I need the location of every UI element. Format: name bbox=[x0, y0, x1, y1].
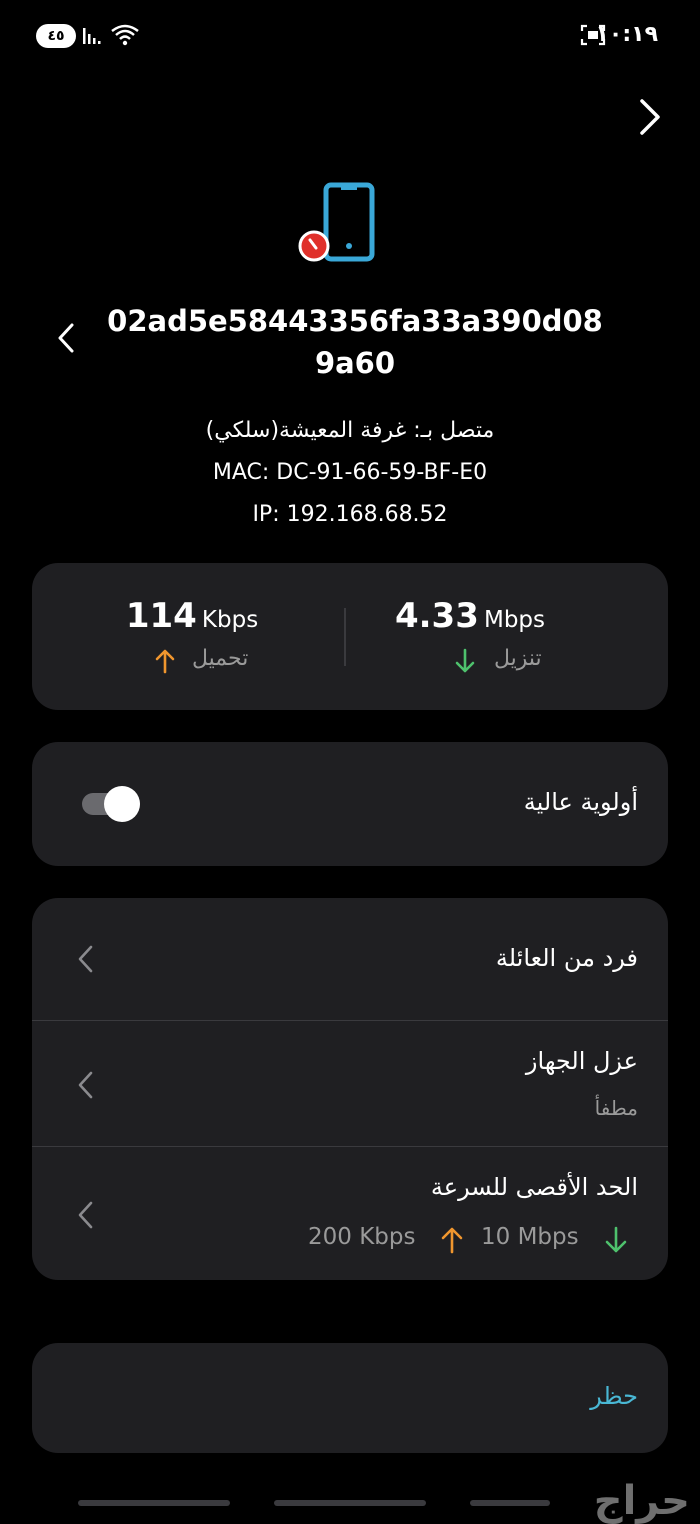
arrow-down-icon bbox=[455, 648, 475, 673]
ip-address: IP: 192.168.68.52 bbox=[252, 502, 448, 527]
download-value: 4.33 bbox=[394, 596, 479, 636]
isolate-device-status: مطفأ bbox=[594, 1096, 638, 1120]
limit-download-value: 10 Mbps bbox=[481, 1224, 579, 1250]
isolate-device-label: عزل الجهاز bbox=[525, 1047, 638, 1075]
signal-icon bbox=[83, 28, 101, 44]
speed-card bbox=[32, 563, 668, 710]
watermark-logo: حراج bbox=[593, 1478, 690, 1524]
limit-upload-value: 200 Kbps bbox=[308, 1224, 416, 1250]
wifi-icon bbox=[111, 24, 139, 46]
chevron-left-icon bbox=[78, 1071, 93, 1099]
phone-device-icon bbox=[298, 182, 375, 262]
speed-divider bbox=[344, 608, 346, 666]
block-card[interactable] bbox=[32, 1343, 668, 1453]
arrow-up-icon bbox=[155, 649, 175, 674]
status-time: ١٠:١٩ bbox=[595, 22, 658, 47]
download-label: تنزيل bbox=[494, 646, 542, 671]
priority-label: أولوية عالية bbox=[523, 788, 638, 816]
arrow-up-icon bbox=[441, 1227, 463, 1254]
nav-home[interactable] bbox=[274, 1500, 426, 1506]
download-label-row: تنزيل bbox=[452, 644, 552, 676]
chevron-right-icon[interactable] bbox=[636, 98, 664, 136]
device-name: 02ad5e58443356fa33a390d089a60 bbox=[107, 304, 603, 380]
isolate-device-row[interactable] bbox=[32, 1021, 668, 1146]
speed-limit-values: 200 Kbps 10 Mbps bbox=[306, 1222, 636, 1256]
mac-address: MAC: DC-91-66-59-BF-E0 bbox=[212, 460, 488, 485]
chevron-left-icon bbox=[78, 1201, 93, 1229]
nav-recents[interactable] bbox=[78, 1500, 230, 1506]
priority-toggle[interactable] bbox=[82, 786, 142, 822]
download-unit: Mbps bbox=[483, 607, 545, 633]
block-button[interactable]: حظر bbox=[590, 1382, 638, 1410]
upload-unit: Kbps bbox=[201, 607, 259, 633]
family-member-label: فرد من العائلة bbox=[495, 944, 638, 972]
chevron-left-icon[interactable] bbox=[56, 322, 76, 354]
battery-indicator: ٤٥ bbox=[36, 24, 76, 48]
nav-back[interactable] bbox=[470, 1500, 550, 1506]
speed-limit-label: الحد الأقصى للسرعة bbox=[430, 1173, 638, 1201]
connected-via: متصل بـ: غرفة المعيشة(سلكي) bbox=[205, 418, 495, 443]
upload-speed: 114 Kbps bbox=[112, 596, 272, 636]
chevron-left-icon bbox=[78, 945, 93, 973]
upload-label-row: تحميل bbox=[152, 644, 272, 676]
toggle-knob bbox=[104, 786, 140, 822]
upload-value: 114 bbox=[125, 596, 197, 636]
upload-label: تحميل bbox=[192, 646, 249, 671]
speed-limit-row[interactable] bbox=[32, 1147, 668, 1280]
arrow-down-icon bbox=[605, 1226, 627, 1253]
download-speed: 4.33 Mbps bbox=[390, 596, 550, 636]
